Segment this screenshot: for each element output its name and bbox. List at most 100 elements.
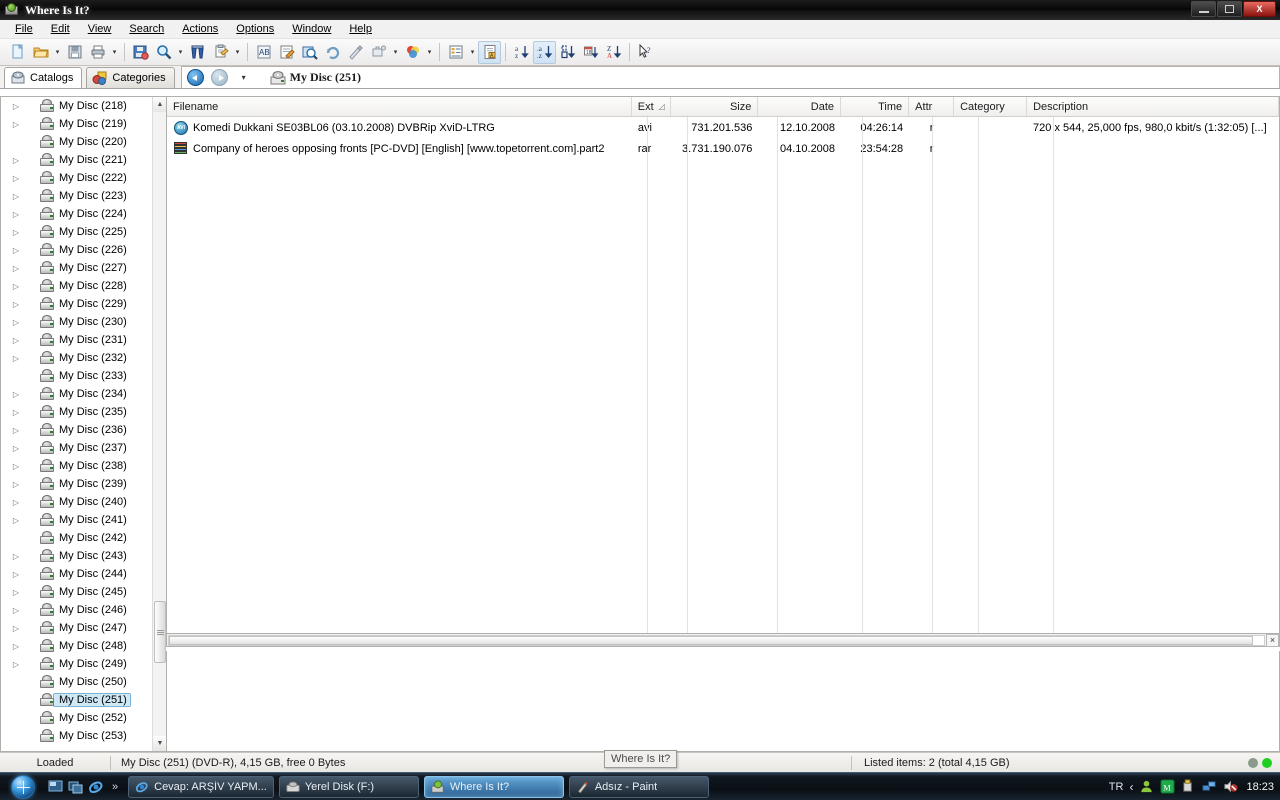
menu-file[interactable]: File <box>6 21 42 37</box>
tree-expand-icon[interactable]: ▷ <box>11 462 21 471</box>
tools-dropdown[interactable]: ▾ <box>390 41 401 64</box>
thumbnail-button[interactable] <box>344 41 367 64</box>
menu-actions[interactable]: Actions <box>173 21 227 37</box>
tree-expand-icon[interactable]: ▷ <box>11 120 21 129</box>
sort-date-button[interactable]: 18 <box>579 41 602 64</box>
tree-expand-icon[interactable]: ▷ <box>11 102 21 111</box>
media-player-icon[interactable]: M <box>1160 779 1175 794</box>
start-button[interactable] <box>2 774 44 800</box>
tree-item[interactable]: My Disc (253) <box>1 727 152 745</box>
tree-vertical-scrollbar[interactable]: ▲ ▼ <box>152 97 166 751</box>
open-catalog-button[interactable] <box>29 41 52 64</box>
taskbar-task[interactable]: Where Is It? <box>423 775 564 798</box>
open-catalog-dropdown[interactable]: ▾ <box>52 41 63 64</box>
list-view-dropdown[interactable]: ▾ <box>467 41 478 64</box>
taskbar-task[interactable]: Adsız - Paint <box>568 775 709 798</box>
tray-clock[interactable]: 18:23 <box>1246 781 1274 793</box>
tree-item[interactable]: ▷ My Disc (222) <box>1 169 152 187</box>
edit-description-button[interactable] <box>275 41 298 64</box>
tree-expand-icon[interactable]: ▷ <box>11 606 21 615</box>
tree-item[interactable]: ▷ My Disc (236) <box>1 421 152 439</box>
tree-item[interactable]: ▷ My Disc (223) <box>1 187 152 205</box>
tree-expand-icon[interactable]: ▷ <box>11 426 21 435</box>
hscroll-track[interactable] <box>168 634 1265 646</box>
menu-window[interactable]: Window <box>283 21 340 37</box>
quick-launch-overflow[interactable]: » <box>112 781 118 793</box>
categories-dropdown[interactable]: ▾ <box>424 41 435 64</box>
tree-expand-icon[interactable]: ▷ <box>11 282 21 291</box>
tree-expand-icon[interactable]: ▷ <box>11 390 21 399</box>
tree-expand-icon[interactable]: ▷ <box>11 228 21 237</box>
tree-item[interactable]: My Disc (220) <box>1 133 152 151</box>
taskbar-task[interactable]: Yerel Disk (F:) <box>278 775 419 798</box>
tree-item[interactable]: ▷ My Disc (240) <box>1 493 152 511</box>
report-dropdown[interactable]: ▾ <box>232 41 243 64</box>
tree-expand-icon[interactable]: ▷ <box>11 192 21 201</box>
tree-item[interactable]: ▷ My Disc (238) <box>1 457 152 475</box>
tree-scroll-thumb[interactable] <box>154 601 166 663</box>
new-catalog-button[interactable] <box>6 41 29 64</box>
column-header[interactable]: Size <box>671 97 759 116</box>
column-header[interactable]: Filename <box>167 97 632 116</box>
forward-button[interactable] <box>210 68 230 88</box>
description-view-button[interactable]: A <box>478 40 501 64</box>
show-desktop-icon[interactable] <box>48 779 64 795</box>
tree-item[interactable]: ▷ My Disc (225) <box>1 223 152 241</box>
tree-item[interactable]: ▷ My Disc (219) <box>1 115 152 133</box>
help-pointer-button[interactable]: ? <box>634 41 657 64</box>
find-advanced-button[interactable] <box>186 41 209 64</box>
restore-button[interactable] <box>1217 1 1242 17</box>
sort-ext-asc-button[interactable]: .a .z <box>533 40 556 64</box>
print-dropdown[interactable]: ▾ <box>109 41 120 64</box>
tree-expand-icon[interactable]: ▷ <box>11 570 21 579</box>
tree-item[interactable]: ▷ My Disc (239) <box>1 475 152 493</box>
tree-item[interactable]: ▷ My Disc (224) <box>1 205 152 223</box>
tree-expand-icon[interactable]: ▷ <box>11 480 21 489</box>
tree-expand-icon[interactable]: ▷ <box>11 660 21 669</box>
tree-item[interactable]: ▷ My Disc (237) <box>1 439 152 457</box>
tree-item[interactable]: ▷ My Disc (234) <box>1 385 152 403</box>
column-header[interactable]: Description <box>1027 97 1279 116</box>
tree-expand-icon[interactable]: ▷ <box>11 174 21 183</box>
table-row[interactable]: Company of heroes opposing fronts [PC-DV… <box>167 138 1279 159</box>
tree-item[interactable]: My Disc (250) <box>1 673 152 691</box>
tree-expand-icon[interactable]: ▷ <box>11 624 21 633</box>
save-catalog-button[interactable] <box>63 41 86 64</box>
tools-button[interactable] <box>367 41 390 64</box>
find-button[interactable] <box>152 41 175 64</box>
tree-expand-icon[interactable]: ▷ <box>11 642 21 651</box>
explore-button[interactable] <box>298 41 321 64</box>
menu-options[interactable]: Options <box>227 21 283 37</box>
tree-item[interactable]: My Disc (251) <box>1 691 152 709</box>
tree-item[interactable]: ▷ My Disc (235) <box>1 403 152 421</box>
internet-explorer-icon[interactable] <box>88 779 104 795</box>
tree-item[interactable]: ▷ My Disc (226) <box>1 241 152 259</box>
tree-expand-icon[interactable]: ▷ <box>11 588 21 597</box>
tray-language-indicator[interactable]: TR <box>1109 781 1124 793</box>
table-row[interactable]: AVI Komedi Dukkani SE03BL06 (03.10.2008) … <box>167 117 1279 138</box>
taskbar-task[interactable]: Cevap: ARŞİV YAPM... <box>128 775 274 798</box>
sort-descending-button[interactable]: ZA <box>602 41 625 64</box>
menu-edit[interactable]: Edit <box>42 21 79 37</box>
tree-item[interactable]: ▷ My Disc (227) <box>1 259 152 277</box>
find-dropdown[interactable]: ▾ <box>175 41 186 64</box>
tree-item[interactable]: ▷ My Disc (228) <box>1 277 152 295</box>
removable-device-icon[interactable] <box>1181 779 1196 794</box>
file-list-horizontal-scrollbar[interactable]: × <box>166 633 1280 647</box>
print-button[interactable] <box>86 41 109 64</box>
tree-item[interactable]: ▷ My Disc (243) <box>1 547 152 565</box>
tree-scroll-up-button[interactable]: ▲ <box>153 97 166 112</box>
column-header[interactable]: Category <box>954 97 1028 116</box>
history-dropdown-button[interactable]: ▾ <box>234 68 254 88</box>
column-header[interactable]: Attr <box>909 97 955 116</box>
scan-disk-button[interactable] <box>129 41 152 64</box>
tree-scroll-down-button[interactable]: ▼ <box>153 736 166 751</box>
categories-button[interactable] <box>401 41 424 64</box>
tree-expand-icon[interactable]: ▷ <box>11 336 21 345</box>
column-header[interactable]: Date <box>758 97 842 116</box>
minimize-button[interactable] <box>1191 1 1216 17</box>
tree-item[interactable]: My Disc (252) <box>1 709 152 727</box>
refresh-button[interactable] <box>321 41 344 64</box>
tree-item[interactable]: ▷ My Disc (248) <box>1 637 152 655</box>
tree-item[interactable]: ▷ My Disc (244) <box>1 565 152 583</box>
